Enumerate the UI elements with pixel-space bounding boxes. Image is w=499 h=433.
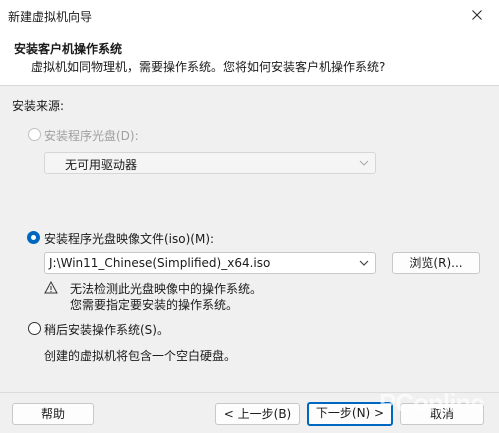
watermark-logo: PConline: [379, 388, 485, 418]
back-button[interactable]: < 上一步(B): [215, 403, 300, 425]
disc-radio-label: 安装程序光盘(D):: [44, 129, 139, 143]
close-button[interactable]: [455, 0, 499, 30]
page-title: 安装客户机操作系统: [14, 42, 123, 56]
chevron-down-icon: [359, 160, 369, 166]
wizard-header: 安装客户机操作系统 虚拟机如同物理机，需要操作系统。您将如何安装客户机操作系统?: [0, 30, 499, 86]
iso-path-value[interactable]: J:\Win11_Chinese(Simplified)_x64.iso: [49, 256, 270, 270]
drive-select: 无可用驱动器: [44, 152, 376, 174]
install-later-description: 创建的虚拟机将包含一个空白硬盘。: [44, 349, 237, 363]
warning-line-2: 您需要指定要安装的操作系统。: [70, 298, 239, 312]
install-later-radio[interactable]: [28, 322, 41, 335]
disc-radio: [28, 128, 41, 141]
chevron-down-icon[interactable]: [359, 258, 369, 268]
iso-radio[interactable]: [27, 231, 40, 244]
browse-button[interactable]: 浏览(R)...: [392, 252, 480, 274]
install-later-label[interactable]: 稍后安装操作系统(S)。: [44, 321, 169, 338]
page-subtitle: 虚拟机如同物理机，需要操作系统。您将如何安装客户机操作系统?: [31, 60, 386, 74]
iso-radio-label[interactable]: 安装程序光盘映像文件(iso)(M):: [44, 230, 214, 247]
title-bar: 新建虚拟机向导: [0, 0, 499, 30]
help-button[interactable]: 帮助: [12, 403, 94, 425]
warning-line-1: 无法检测此光盘映像中的操作系统。: [70, 282, 263, 296]
install-source-label: 安装来源:: [12, 99, 65, 113]
drive-select-value: 无可用驱动器: [65, 158, 138, 172]
warning-icon: [44, 281, 58, 294]
window-title: 新建虚拟机向导: [8, 10, 93, 24]
iso-path-combo[interactable]: J:\Win11_Chinese(Simplified)_x64.iso: [44, 252, 376, 274]
close-icon: [472, 10, 482, 20]
